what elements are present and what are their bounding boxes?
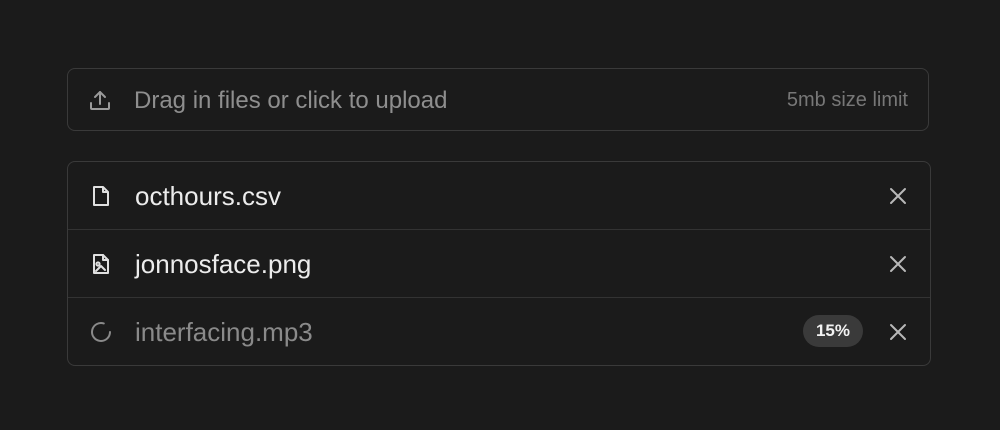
file-row: octhours.csv <box>68 162 930 230</box>
remove-file-button[interactable] <box>886 320 910 344</box>
file-row: jonnosface.png <box>68 230 930 298</box>
remove-file-button[interactable] <box>886 252 910 276</box>
file-name: interfacing.mp3 <box>135 317 313 347</box>
file-icon <box>89 184 113 208</box>
progress-badge: 15% <box>802 315 863 347</box>
size-limit-label: 5mb size limit <box>786 89 908 111</box>
image-file-icon <box>89 252 113 276</box>
upload-icon <box>88 89 112 113</box>
upload-dropzone[interactable]: Drag in files or click to upload 5mb siz… <box>67 68 929 131</box>
file-name: octhours.csv <box>135 181 281 211</box>
file-name: jonnosface.png <box>135 249 312 279</box>
file-row: interfacing.mp3 15% <box>68 298 930 365</box>
upload-prompt: Drag in files or click to upload <box>134 87 448 114</box>
remove-file-button[interactable] <box>886 184 910 208</box>
spinner-icon <box>89 320 113 344</box>
file-list: octhours.csv jonnosface.png interfacing.… <box>67 161 931 366</box>
